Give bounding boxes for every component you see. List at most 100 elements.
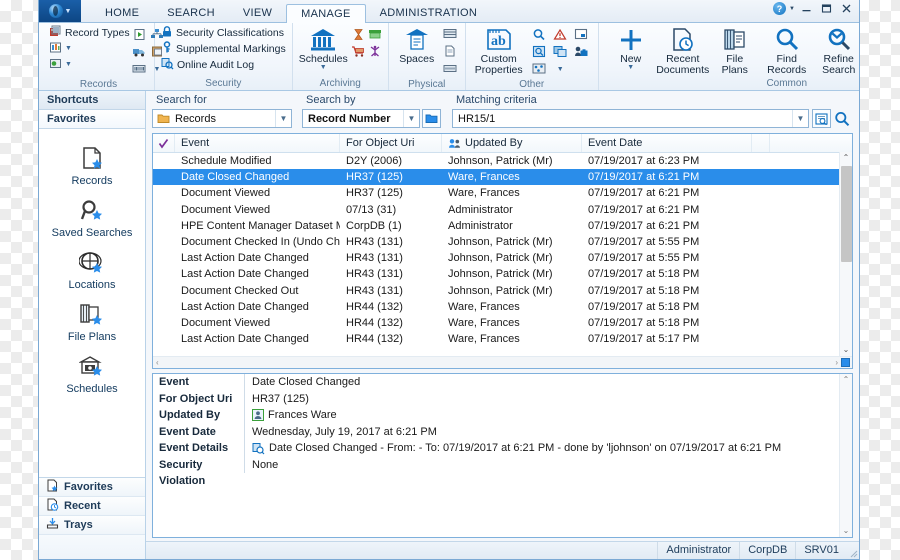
ribbon-item-record-green[interactable]: ▼ — [49, 57, 127, 72]
search-icon[interactable] — [532, 28, 546, 44]
ribbon-button-refine-search[interactable]: Refine Search — [813, 25, 859, 76]
search-by-combobox[interactable]: Record Number ▼ — [302, 109, 420, 128]
scroll-down-icon[interactable]: ⌄ — [843, 344, 850, 356]
restore-button[interactable] — [818, 1, 835, 16]
results-rows[interactable]: Schedule Modified D2Y (2006) Johnson, Patr… — [153, 153, 852, 368]
ribbon-button-custom-properties[interactable]: ab Custom Properties — [472, 25, 526, 76]
results-list[interactable]: Event For Object Uri Updated By Event Da… — [152, 133, 853, 369]
warning-triangle-icon[interactable] — [553, 28, 567, 44]
column-header-check[interactable] — [153, 134, 175, 152]
scroll-down-icon[interactable]: ⌄ — [843, 525, 850, 537]
table-row[interactable]: Schedule Modified D2Y (2006) Johnson, Patr… — [153, 153, 852, 169]
ribbon-item-record-types[interactable]: Record Types — [49, 25, 130, 40]
ribbon-item-security-classifications[interactable]: Security Classifications — [161, 25, 286, 40]
sidebar-item-saved-searches[interactable]: Saved Searches — [39, 193, 145, 245]
hourglass-icon[interactable] — [352, 28, 365, 44]
column-header-event-date[interactable]: Event Date — [582, 134, 752, 152]
run-search-button[interactable] — [831, 109, 853, 128]
table-row[interactable]: Last Action Date Changed HR43 (131) Johnso… — [153, 250, 852, 266]
sidebar-item-recent[interactable]: Recent — [39, 497, 145, 516]
search-document-icon[interactable] — [532, 45, 546, 61]
scroll-left-icon[interactable]: ‹ — [153, 358, 162, 367]
app-menu-button[interactable]: ▼ — [39, 0, 81, 22]
search-for-combobox[interactable]: Records ▼ — [152, 109, 292, 128]
shopping-cart-icon[interactable] — [351, 45, 365, 61]
chevron-down-icon[interactable]: ▼ — [792, 110, 808, 127]
tab-home[interactable]: HOME — [91, 4, 153, 23]
close-button[interactable] — [838, 1, 855, 16]
scroll-up-icon[interactable]: ⌃ — [843, 374, 850, 386]
column-header-spare-2[interactable] — [770, 134, 852, 152]
ribbon-button-spaces[interactable]: Spaces — [395, 25, 439, 65]
table-row[interactable]: Document Checked In (Undo Checkout) HR43 … — [153, 234, 852, 250]
column-header-event[interactable]: Event — [175, 134, 340, 152]
chevron-down-icon[interactable]: ▼ — [557, 66, 564, 73]
tab-view[interactable]: VIEW — [229, 4, 286, 23]
column-header-updated-by[interactable]: Updated By — [442, 134, 582, 152]
table-row[interactable]: Last Action Date Changed HR43 (131) Johnso… — [153, 266, 852, 282]
tab-search[interactable]: SEARCH — [153, 4, 229, 23]
column-chooser-button[interactable] — [841, 358, 850, 367]
barcode-icon[interactable] — [132, 62, 146, 78]
minimize-button[interactable] — [798, 1, 815, 16]
search-by-picker-button[interactable] — [422, 109, 441, 128]
chevron-down-icon[interactable]: ▼ — [627, 64, 634, 71]
chevron-down-icon[interactable]: ▼ — [65, 45, 72, 52]
tab-administration[interactable]: ADMINISTRATION — [366, 4, 492, 23]
table-row[interactable]: Last Action Date Changed HR44 (132) Ware, … — [153, 331, 852, 347]
table-row[interactable]: Date Closed Changed HR37 (125) Ware, Franc… — [153, 169, 852, 186]
ribbon-item-supplemental-markings[interactable]: Supplemental Markings — [161, 40, 286, 56]
sidebar-item-records[interactable]: Records — [39, 141, 145, 193]
results-vertical-scrollbar[interactable]: ⌃ ⌄ — [839, 152, 852, 356]
sidebar-item-favorites[interactable]: Favorites — [39, 478, 145, 497]
detail-vertical-scrollbar[interactable]: ⌃ ⌄ — [839, 374, 852, 537]
thesaurus-icon[interactable] — [532, 62, 546, 78]
ribbon-button-find-records[interactable]: Find Records — [761, 25, 813, 76]
disposal-icon[interactable] — [368, 45, 382, 61]
column-header-for-object-uri[interactable]: For Object Uri — [340, 134, 442, 152]
sidebar-item-trays[interactable]: Trays — [39, 516, 145, 535]
scrollbar-thumb[interactable] — [840, 166, 852, 262]
copy-pages-icon[interactable] — [553, 45, 568, 61]
matching-criteria-input[interactable]: HR15/1 ▼ — [452, 109, 809, 128]
label-print-icon[interactable] — [443, 63, 457, 77]
page-icon[interactable] — [444, 45, 456, 60]
ribbon-item-online-audit-log[interactable]: Online Audit Log — [161, 57, 286, 72]
transfer-truck-icon[interactable] — [132, 45, 146, 61]
help-chevron-down-icon[interactable]: ▼ — [789, 6, 795, 12]
sidebar-tab-favorites[interactable]: Favorites — [39, 110, 145, 129]
ribbon-button-recent-documents[interactable]: Recent Documents — [656, 25, 709, 76]
scroll-up-icon[interactable]: ⌃ — [843, 152, 850, 164]
criteria-browse-button[interactable] — [812, 109, 831, 128]
table-row[interactable]: Document Viewed HR37 (125) Ware, Frances 07… — [153, 185, 852, 201]
tab-manage[interactable]: MANAGE — [286, 4, 366, 24]
ribbon-button-file-plans[interactable]: File Plans — [709, 25, 761, 76]
user-briefcase-icon[interactable] — [574, 45, 588, 61]
shelf-icon[interactable] — [443, 28, 457, 43]
resize-grip-icon[interactable] — [847, 542, 859, 559]
table-row[interactable]: Document Viewed 07/13 (31) Administrator 07… — [153, 202, 852, 218]
column-header-spare-1[interactable] — [752, 134, 770, 152]
sidebar-item-file-plans[interactable]: File Plans — [39, 297, 145, 349]
cell-event-date: 07/19/2017 at 5:55 PM — [588, 252, 700, 265]
table-row[interactable]: Document Checked Out HR43 (131) Johnson, P… — [153, 283, 852, 299]
ribbon-button-schedules[interactable]: Schedules ▼ — [299, 25, 348, 71]
window-restore-icon[interactable] — [574, 28, 588, 43]
scroll-right-icon[interactable]: › — [832, 358, 841, 367]
help-icon[interactable]: ? — [773, 2, 787, 15]
chevron-down-icon[interactable]: ▼ — [403, 110, 419, 127]
chevron-down-icon[interactable]: ▼ — [320, 64, 327, 71]
table-row[interactable]: Last Action Date Changed HR44 (132) Ware, … — [153, 299, 852, 315]
document-play-icon[interactable] — [133, 28, 146, 44]
ribbon-button-new[interactable]: New ▼ — [605, 25, 657, 71]
sidebar-item-locations[interactable]: Locations — [39, 245, 145, 297]
archive-box-icon[interactable] — [368, 28, 382, 44]
sidebar-item-schedules[interactable]: Schedules — [39, 349, 145, 401]
chevron-down-icon[interactable]: ▼ — [65, 61, 72, 68]
table-row[interactable]: HPE Content Manager Dataset Modified Corp… — [153, 218, 852, 234]
ribbon-item-record-chart[interactable]: ▼ — [49, 41, 127, 56]
results-horizontal-scrollbar[interactable]: ‹ › — [153, 356, 852, 368]
table-row[interactable]: Document Viewed HR44 (132) Ware, Frances 07… — [153, 315, 852, 331]
chevron-down-icon[interactable]: ▼ — [275, 110, 291, 127]
sidebar-tab-shortcuts[interactable]: Shortcuts — [39, 91, 145, 110]
